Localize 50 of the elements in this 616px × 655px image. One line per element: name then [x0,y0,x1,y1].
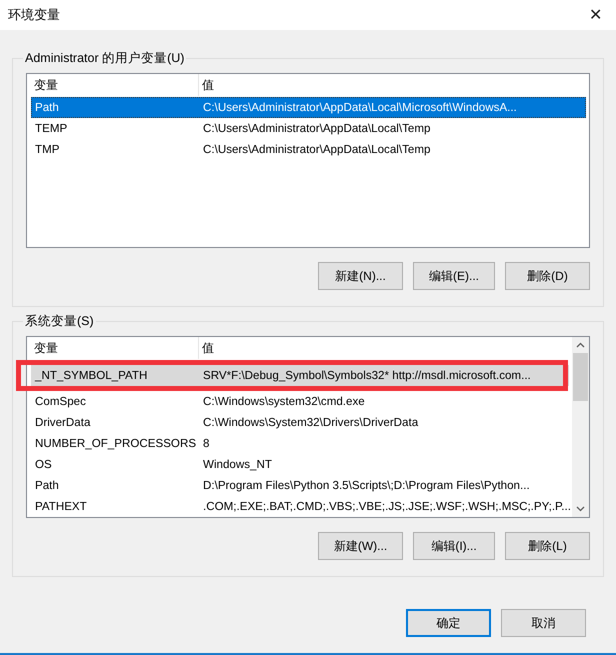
group-title: Administrator 的用户变量(U) [24,50,186,67]
variable-value: SRV*F:\Debug_Symbol\Symbols32* http://msdl.microsoft.com... [202,369,532,382]
scroll-thumb[interactable] [573,353,588,401]
variable-value: 8 [202,437,210,450]
variable-name: TEMP [34,122,68,135]
column-header[interactable]: 值 [199,337,569,359]
variable-name: OS [34,458,53,471]
action-button[interactable]: 新建(N)... [318,262,403,290]
variable-name: _NT_SYMBOL_PATH [34,369,148,382]
list-row[interactable]: Path C:\Users\Administrator\AppData\Local\Microsoft\WindowsA... [31,97,586,118]
variable-name: ComSpec [34,395,87,408]
list-row[interactable]: NUMBER_OF_PROCESSORS 8 [31,433,569,454]
variable-name: PATHEXT [34,500,88,513]
action-button[interactable]: 新建(W)... [318,532,403,560]
variable-value: .COM;.EXE;.BAT;.CMD;.VBS;.VBE;.JS;.JSE;.WSF;.WSH;.MSC;.PY;.P... [202,500,571,513]
dialog-button[interactable]: 确定 [406,609,491,637]
list-row[interactable]: OS Windows_NT [31,454,569,475]
list-row[interactable]: Path D:\Program Files\Python 3.5\Scripts\;D:\Program Files\Python... [31,475,569,496]
action-button[interactable]: 编辑(I)... [413,532,495,560]
variable-value: C:\Users\Administrator\AppData\Local\Temp [202,143,432,156]
column-header[interactable]: 变量 [31,337,199,359]
scroll-down-icon[interactable] [576,506,585,512]
variable-value: C:\Users\Administrator\AppData\Local\Microsoft\WindowsA... [202,101,518,114]
list-row[interactable]: ComSpec C:\Windows\system32\cmd.exe [31,391,569,412]
column-header[interactable]: 值 [199,74,586,96]
variable-value: C:\Windows\System32\Drivers\DriverData [202,416,420,429]
dialog-button[interactable]: 取消 [501,609,586,637]
scroll-up-icon[interactable] [576,342,585,348]
variable-value: D:\Program Files\Python 3.5\Scripts\;D:\Program Files\Python... [202,479,531,492]
variable-name: NUMBER_OF_PROCESSORS [34,437,198,450]
action-button[interactable]: 删除(L) [505,532,590,560]
window-title: 环境变量 [8,6,60,24]
list-row[interactable]: _NT_SYMBOL_PATH SRV*F:\Debug_Symbol\Symbols32* http://msdl.microsoft.com... [31,365,569,386]
list-row[interactable]: TMP C:\Users\Administrator\AppData\Local\Temp [31,139,586,160]
column-header[interactable]: 变量 [31,74,199,96]
list-row[interactable]: TEMP C:\Users\Administrator\AppData\Local\Temp [31,118,586,139]
variable-name: Path [34,479,60,492]
variable-name: TMP [34,143,60,156]
list-row[interactable]: DriverData C:\Windows\System32\Drivers\DriverData [31,412,569,433]
variable-name: DriverData [34,416,92,429]
variable-name: Path [34,101,60,114]
variable-value: Windows_NT [202,458,273,471]
variable-value: C:\Users\Administrator\AppData\Local\Temp [202,122,432,135]
list-row[interactable]: PATHEXT .COM;.EXE;.BAT;.CMD;.VBS;.VBE;.JS;.JSE;.WSF;.WSH;.MSC;.PY;.P... [31,496,569,517]
close-button[interactable]: ✕ [585,5,606,25]
group-title: 系统变量(S) [24,313,95,330]
action-button[interactable]: 删除(D) [505,262,590,290]
action-button[interactable]: 编辑(E)... [413,262,495,290]
variable-value: C:\Windows\system32\cmd.exe [202,395,366,408]
scrollbar[interactable] [572,337,589,517]
